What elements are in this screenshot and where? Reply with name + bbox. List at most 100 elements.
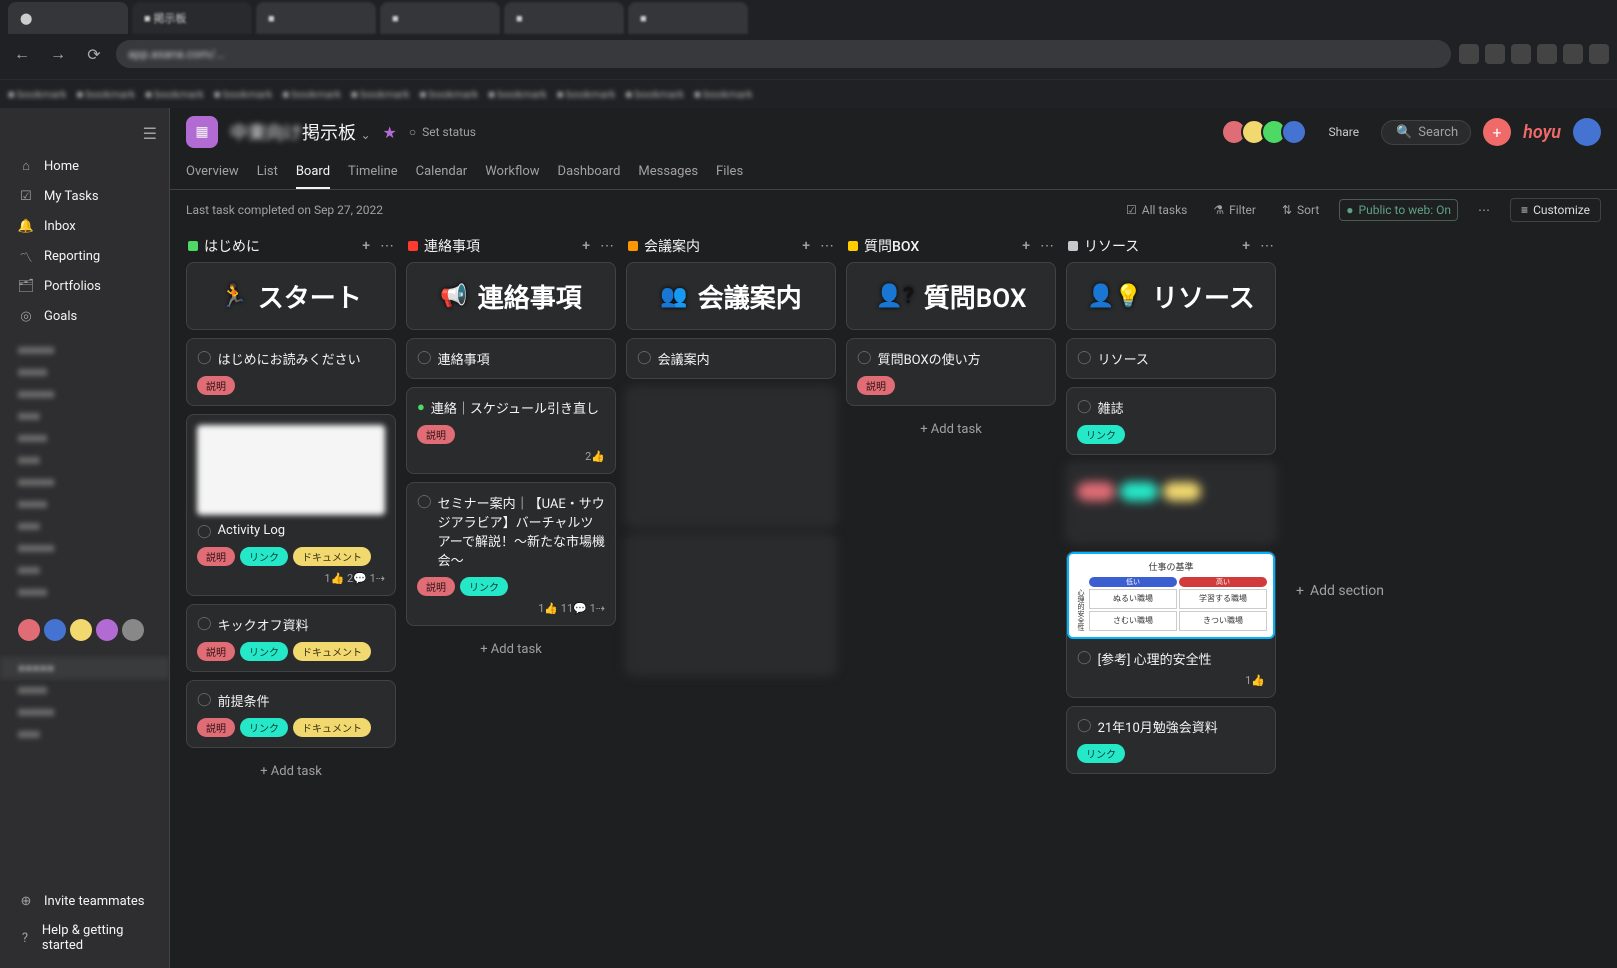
add-task-button[interactable]: + Add task — [186, 756, 396, 787]
add-card-icon[interactable]: + — [1242, 238, 1250, 254]
column-menu-icon[interactable]: ⋯ — [1260, 238, 1274, 254]
column-menu-icon[interactable]: ⋯ — [600, 238, 614, 254]
task-card[interactable]: ◯質問BOXの使い方説明 — [846, 338, 1056, 406]
add-section-button[interactable]: + Add section — [1286, 230, 1394, 952]
card-title-text: Activity Log — [218, 523, 286, 538]
public-toggle[interactable]: ●Public to web: On — [1339, 199, 1458, 221]
column-menu-icon[interactable]: ⋯ — [1040, 238, 1054, 254]
reload-icon[interactable]: ⟳ — [80, 40, 108, 68]
task-card[interactable]: ◯Activity Log説明リンクドキュメント1👍 2💬 1⇢ — [186, 414, 396, 596]
sidebar-item-goals[interactable]: ◎ Goals — [0, 301, 169, 331]
last-task-text: Last task completed on Sep 27, 2022 — [186, 203, 1106, 217]
browser-tab[interactable]: ■ — [380, 2, 500, 34]
avatar — [70, 619, 92, 641]
task-card[interactable]: ●連絡｜スケジュール引き直し説明2👍 — [406, 387, 616, 474]
all-tasks-button[interactable]: ☑All tasks — [1120, 200, 1193, 220]
share-button[interactable]: Share — [1319, 121, 1370, 143]
customize-button[interactable]: ≡Customize — [1510, 198, 1601, 222]
task-card[interactable]: ◯セミナー案内｜【UAE・サウジアラビア】バーチャルツアーで解説！～新たな市場機… — [406, 482, 616, 626]
hero-card[interactable]: 📢連絡事項 — [406, 262, 616, 330]
add-task-button[interactable]: + Add task — [846, 414, 1056, 445]
task-card[interactable] — [626, 535, 836, 675]
search-input[interactable]: 🔍Search — [1381, 120, 1471, 145]
task-card[interactable]: ◯連絡事項 — [406, 338, 616, 379]
collapse-sidebar-icon[interactable]: ☰ — [131, 116, 169, 151]
tab-board[interactable]: Board — [296, 156, 330, 189]
browser-tab[interactable]: ■ — [628, 2, 748, 34]
sidebar-item-reporting[interactable]: 〽Reporting — [0, 241, 169, 271]
tab-calendar[interactable]: Calendar — [416, 156, 468, 189]
ext-icon[interactable] — [1589, 44, 1609, 64]
tab-messages[interactable]: Messages — [638, 156, 698, 189]
add-card-icon[interactable]: + — [1022, 238, 1030, 254]
task-card[interactable] — [626, 387, 836, 527]
hero-card[interactable]: 🏃スタート — [186, 262, 396, 330]
quadrant-image: 仕事の基準 低い高い 心理的安全性 ぬるい職場学習する職場 さむい職場きつい職場 — [1067, 552, 1275, 639]
task-card[interactable] — [1066, 463, 1276, 543]
sidebar-item-inbox[interactable]: 🔔Inbox — [0, 211, 169, 241]
browser-tab[interactable]: ■ 掲示板 — [132, 2, 252, 34]
filter-button[interactable]: ⚗Filter — [1207, 200, 1262, 220]
check-icon: ◯ — [857, 350, 872, 365]
add-button[interactable]: + — [1483, 118, 1511, 146]
task-card[interactable]: ◯はじめにお読みください説明 — [186, 338, 396, 406]
browser-tab[interactable]: ⬤ — [8, 2, 128, 34]
ext-icon[interactable] — [1563, 44, 1583, 64]
task-card[interactable]: ◯21年10月勉強会資料リンク — [1066, 706, 1276, 774]
tab-dashboard[interactable]: Dashboard — [558, 156, 621, 189]
sidebar-item-home[interactable]: ⌂Home — [0, 151, 169, 181]
tab-workflow[interactable]: Workflow — [485, 156, 539, 189]
check-icon: ◯ — [197, 524, 212, 539]
sidebar-item-label: Goals — [44, 309, 77, 324]
invite-teammates[interactable]: ⊕Invite teammates — [0, 886, 169, 916]
card-footer: 1👍 2💬 1⇢ — [197, 572, 385, 585]
sidebar-item-my-tasks[interactable]: ☑My Tasks — [0, 181, 169, 211]
hero-card[interactable]: 👤?質問BOX — [846, 262, 1056, 330]
browser-tab[interactable]: ■ — [504, 2, 624, 34]
forward-icon[interactable]: → — [44, 40, 72, 68]
back-icon[interactable]: ← — [8, 40, 36, 68]
portfolios-icon: 🗂 — [18, 278, 34, 294]
ext-icon[interactable] — [1537, 44, 1557, 64]
ext-icon[interactable] — [1459, 44, 1479, 64]
check-icon: ◯ — [1077, 399, 1092, 414]
task-card[interactable]: ◯会議案内 — [626, 338, 836, 379]
task-card[interactable]: ◯雑誌リンク — [1066, 387, 1276, 455]
tab-overview[interactable]: Overview — [186, 156, 239, 189]
star-icon[interactable]: ★ — [383, 123, 397, 142]
add-task-button[interactable]: + Add task — [406, 634, 616, 665]
more-icon[interactable]: ⋯ — [1472, 200, 1496, 220]
ext-icon[interactable] — [1511, 44, 1531, 64]
plus-icon: + — [1296, 583, 1304, 599]
tab-list[interactable]: List — [257, 156, 278, 189]
sort-button[interactable]: ⇅Sort — [1276, 200, 1325, 220]
column-menu-icon[interactable]: ⋯ — [380, 238, 394, 254]
help-getting-started[interactable]: ?Help & getting started — [0, 916, 169, 960]
task-card[interactable]: ◯リソース — [1066, 338, 1276, 379]
task-card[interactable]: ◯前提条件説明リンクドキュメント — [186, 680, 396, 748]
extensions — [1459, 44, 1609, 64]
column-menu-icon[interactable]: ⋯ — [820, 238, 834, 254]
user-avatar[interactable] — [1573, 118, 1601, 146]
column: 連絡事項 +⋯ 📢連絡事項◯連絡事項●連絡｜スケジュール引き直し説明2👍◯セミナ… — [406, 230, 616, 952]
ext-icon[interactable] — [1485, 44, 1505, 64]
sidebar-item-portfolios[interactable]: 🗂Portfolios — [0, 271, 169, 301]
tab-timeline[interactable]: Timeline — [348, 156, 398, 189]
check-icon: ● — [417, 399, 425, 415]
member-avatars[interactable] — [1227, 119, 1307, 145]
check-icon: ◯ — [1077, 718, 1092, 733]
task-card[interactable]: ◯キックオフ資料説明リンクドキュメント — [186, 604, 396, 672]
add-card-icon[interactable]: + — [802, 238, 810, 254]
address-bar[interactable]: app.asana.com/... — [116, 40, 1451, 68]
set-status-button[interactable]: ○Set status — [409, 125, 476, 139]
column: リソース +⋯ 👤💡リソース◯リソース◯雑誌リンク 仕事の基準 低い高い 心理的… — [1066, 230, 1276, 952]
add-card-icon[interactable]: + — [362, 238, 370, 254]
hero-card[interactable]: 👤💡リソース — [1066, 262, 1276, 330]
task-card[interactable]: 仕事の基準 低い高い 心理的安全性 ぬるい職場学習する職場 さむい職場きつい職場… — [1066, 551, 1276, 698]
sidebar-item-label: My Tasks — [44, 189, 99, 204]
hero-card[interactable]: 👥会議案内 — [626, 262, 836, 330]
add-card-icon[interactable]: + — [582, 238, 590, 254]
goals-icon: ◎ — [18, 308, 34, 324]
tab-files[interactable]: Files — [716, 156, 743, 189]
browser-tab[interactable]: ■ — [256, 2, 376, 34]
